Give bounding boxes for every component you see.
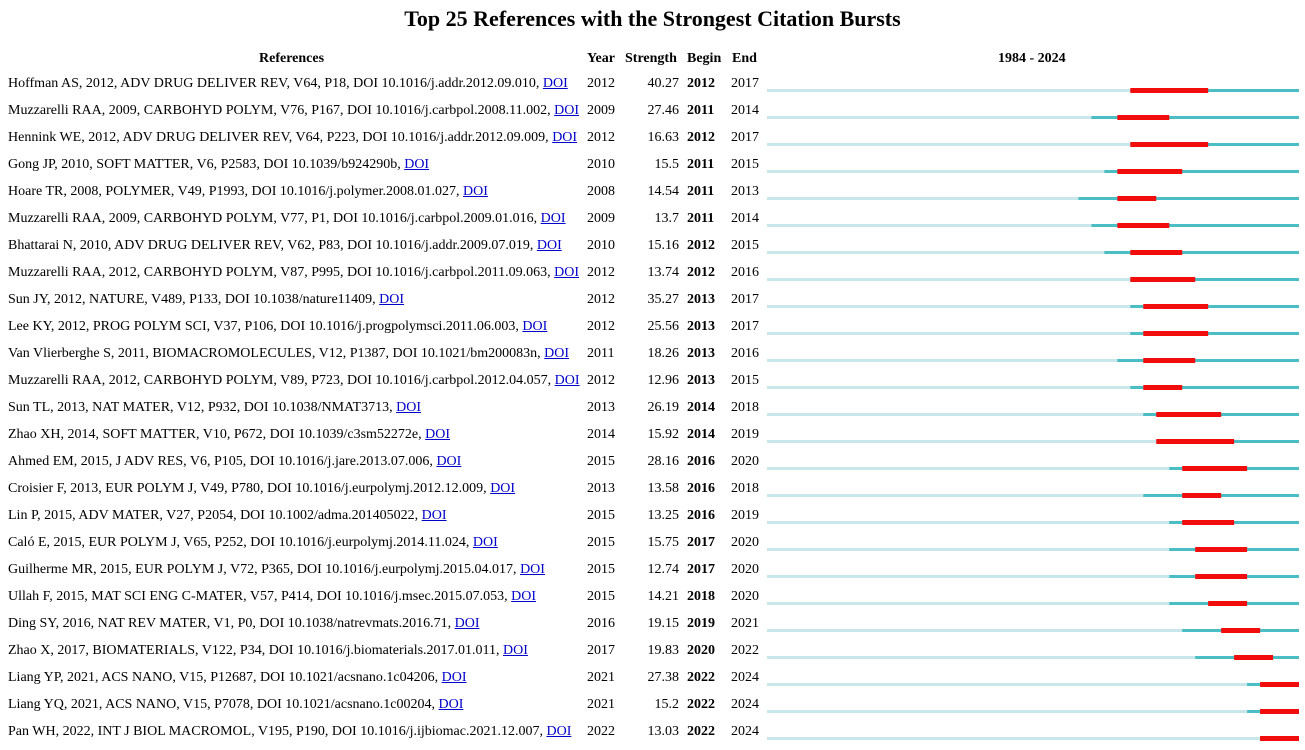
burst-timeline — [767, 304, 1299, 309]
header-begin: Begin — [687, 51, 722, 66]
burst-bar — [1117, 196, 1157, 201]
header-references: References — [259, 51, 325, 66]
burst-bar — [1143, 331, 1209, 336]
burst-timeline — [767, 736, 1299, 741]
burst-timeline — [767, 520, 1299, 525]
burst-bar — [1182, 493, 1222, 498]
burst-timeline — [767, 412, 1299, 417]
table-row: Ahmed EM, 2015, J ADV RES, V6, P105, DOI… — [0, 451, 1305, 478]
table-row: Ding SY, 2016, NAT REV MATER, V1, P0, DO… — [0, 613, 1305, 640]
burst-bar — [1130, 88, 1209, 93]
burst-timeline — [767, 466, 1299, 471]
chart-title: Top 25 References with the Strongest Cit… — [404, 6, 901, 31]
table-row: Liang YQ, 2021, ACS NANO, V15, P7078, DO… — [0, 694, 1305, 721]
burst-bar — [1156, 439, 1235, 444]
table-row: Sun JY, 2012, NATURE, V489, P133, DOI 10… — [0, 289, 1305, 316]
burst-timeline — [767, 439, 1299, 444]
burst-timeline — [767, 493, 1299, 498]
table-row: Muzzarelli RAA, 2012, CARBOHYD POLYM, V8… — [0, 370, 1305, 397]
timeline-base-bar — [767, 737, 1299, 740]
burst-bar — [1260, 682, 1299, 687]
burst-bar — [1117, 115, 1170, 120]
burst-timeline — [767, 682, 1299, 687]
header-strength: Strength — [625, 51, 677, 66]
burst-timeline — [767, 655, 1299, 660]
burst-timeline — [767, 358, 1299, 363]
burst-bar — [1117, 223, 1170, 228]
burst-timeline — [767, 142, 1299, 147]
burst-bar — [1130, 277, 1196, 282]
table-row: Caló E, 2015, EUR POLYM J, V65, P252, DO… — [0, 532, 1305, 559]
timeline-base-bar — [767, 683, 1299, 686]
burst-bar — [1182, 466, 1248, 471]
burst-bar — [1182, 520, 1235, 525]
burst-timeline — [767, 331, 1299, 336]
burst-bar — [1195, 547, 1248, 552]
table-row: Hoare TR, 2008, POLYMER, V49, P1993, DOI… — [0, 181, 1305, 208]
table-row: Muzzarelli RAA, 2012, CARBOHYD POLYM, V8… — [0, 262, 1305, 289]
table-row: Croisier F, 2013, EUR POLYM J, V49, P780… — [0, 478, 1305, 505]
table-row: Pan WH, 2022, INT J BIOL MACROMOL, V195,… — [0, 721, 1305, 748]
burst-bar — [1143, 358, 1196, 363]
burst-bar — [1234, 655, 1274, 660]
burst-timeline — [767, 250, 1299, 255]
table-row: Muzzarelli RAA, 2009, CARBOHYD POLYM, V7… — [0, 100, 1305, 127]
burst-timeline — [767, 196, 1299, 201]
burst-bar — [1130, 250, 1183, 255]
burst-bar — [1260, 709, 1299, 714]
burst-timeline — [767, 709, 1299, 714]
burst-timeline — [767, 547, 1299, 552]
burst-bar — [1195, 574, 1248, 579]
burst-timeline — [767, 88, 1299, 93]
timeline-base-bar — [767, 710, 1299, 713]
table-row: Sun TL, 2013, NAT MATER, V12, P932, DOI … — [0, 397, 1305, 424]
burst-bar — [1221, 628, 1261, 633]
table-row: Zhao X, 2017, BIOMATERIALS, V122, P34, D… — [0, 640, 1305, 667]
burst-timeline — [767, 601, 1299, 606]
burst-bar — [1143, 304, 1209, 309]
burst-timeline — [767, 169, 1299, 174]
timeline-active-bar — [1078, 197, 1299, 200]
burst-bar — [1260, 736, 1299, 741]
burst-bar — [1156, 412, 1222, 417]
table-row: Muzzarelli RAA, 2009, CARBOHYD POLYM, V7… — [0, 208, 1305, 235]
burst-timeline — [767, 574, 1299, 579]
burst-timeline — [767, 277, 1299, 282]
burst-bar — [1208, 601, 1248, 606]
burst-timeline — [767, 385, 1299, 390]
table-row: Lee KY, 2012, PROG POLYM SCI, V37, P106,… — [0, 316, 1305, 343]
burst-timeline — [767, 115, 1299, 120]
table-row: Van Vlierberghe S, 2011, BIOMACROMOLECUL… — [0, 343, 1305, 370]
table-row: Hoffman AS, 2012, ADV DRUG DELIVER REV, … — [0, 73, 1305, 100]
table-row: Bhattarai N, 2010, ADV DRUG DELIVER REV,… — [0, 235, 1305, 262]
table-row: Ullah F, 2015, MAT SCI ENG C-MATER, V57,… — [0, 586, 1305, 613]
header-range: 1984 - 2024 — [998, 51, 1066, 66]
table-row: Gong JP, 2010, SOFT MATTER, V6, P2583, D… — [0, 154, 1305, 181]
burst-timeline — [767, 628, 1299, 633]
table-row: Lin P, 2015, ADV MATER, V27, P2054, DOI … — [0, 505, 1305, 532]
header-end: End — [732, 51, 757, 66]
burst-timeline — [767, 223, 1299, 228]
table-row: Hennink WE, 2012, ADV DRUG DELIVER REV, … — [0, 127, 1305, 154]
burst-bar — [1143, 385, 1183, 390]
table-row: Guilherme MR, 2015, EUR POLYM J, V72, P3… — [0, 559, 1305, 586]
table-row: Zhao XH, 2014, SOFT MATTER, V10, P672, D… — [0, 424, 1305, 451]
table-row: Liang YP, 2021, ACS NANO, V15, P12687, D… — [0, 667, 1305, 694]
header-year: Year — [587, 51, 615, 66]
burst-bar — [1117, 169, 1183, 174]
burst-bar — [1130, 142, 1209, 147]
